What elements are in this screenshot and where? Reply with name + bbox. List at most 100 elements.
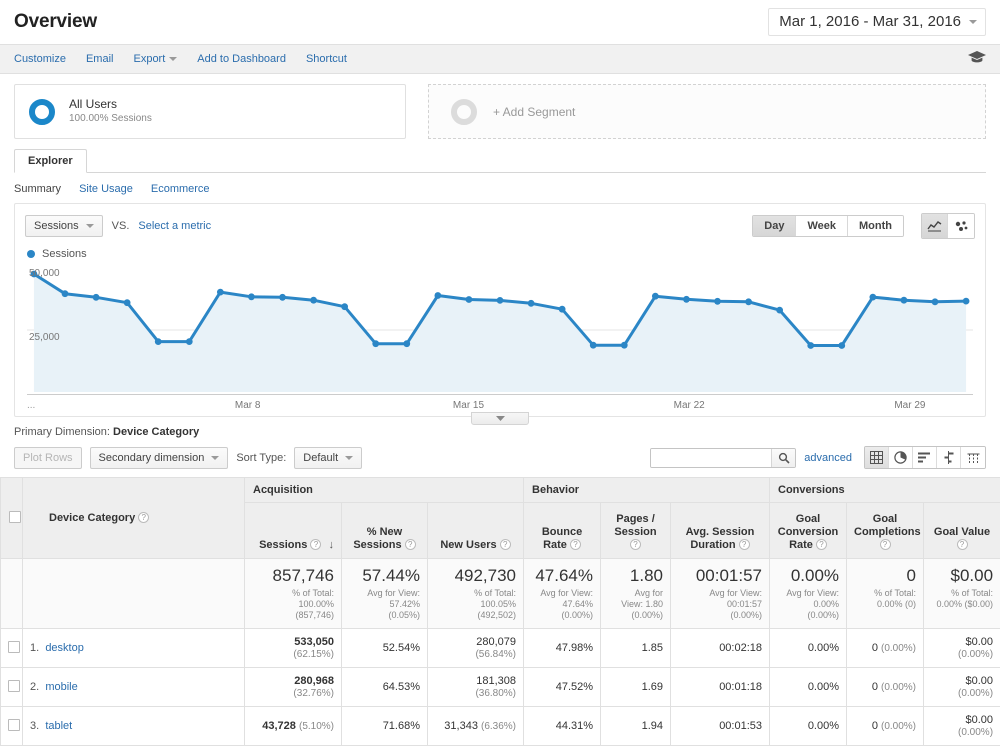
search-input[interactable] [651, 449, 771, 467]
group-behavior-label: Behavior [532, 484, 579, 496]
table-row[interactable]: 1. desktop533,050 (62.15%)52.54%280,079 … [1, 629, 1000, 668]
legend-dot-icon [27, 250, 35, 258]
row-device-link[interactable]: mobile [45, 681, 77, 693]
column-new-sessions-pct-label: % New Sessions [353, 526, 402, 551]
cell-goal-completions: 0 (0.00%) [847, 707, 924, 746]
table-row[interactable]: 2. mobile280,968 (32.76%)64.53%181,308 (… [1, 668, 1000, 707]
row-device-link[interactable]: tablet [45, 720, 72, 732]
bar-view-icon[interactable] [913, 447, 937, 468]
granularity-month[interactable]: Month [848, 216, 903, 236]
help-icon[interactable]: ? [739, 539, 750, 550]
table-view-icon[interactable] [865, 447, 889, 468]
chart-collapse-handle[interactable] [471, 412, 529, 425]
help-icon[interactable]: ? [570, 539, 581, 550]
column-new-sessions-pct[interactable]: % New Sessions ? [342, 503, 428, 559]
column-sessions[interactable]: Sessions ? ↓ [245, 503, 342, 559]
cell-goal-value: $0.00 (0.00%) [924, 707, 1000, 746]
summary-subtext: Avg forView: 1.80(0.00%) [608, 588, 663, 621]
arrow-down-icon: ↓ [329, 539, 335, 551]
y-axis-label-mid: 25,000 [29, 332, 60, 343]
help-icon[interactable]: ? [138, 512, 149, 523]
row-checkbox[interactable] [8, 719, 20, 731]
comparison-view-icon[interactable] [937, 447, 961, 468]
granularity-toggle: Day Week Month [752, 215, 904, 237]
row-checkbox[interactable] [8, 641, 20, 653]
chart-plot-area[interactable]: 50,000 25,000 [27, 264, 973, 394]
summary-cell: 1.80Avg forView: 1.80(0.00%) [601, 559, 671, 629]
column-goal-completions[interactable]: Goal Completions ? [847, 503, 924, 559]
customize-button[interactable]: Customize [14, 53, 66, 65]
row-dimension-cell: 2. mobile [23, 668, 245, 707]
summary-subtext: % of Total:100.00%(857,746) [252, 588, 334, 621]
group-acquisition: Acquisition [245, 478, 524, 503]
shortcut-button[interactable]: Shortcut [306, 53, 347, 65]
summary-value: 0.00% [777, 566, 839, 586]
summary-cell: 0% of Total:0.00% (0) [847, 559, 924, 629]
email-button[interactable]: Email [86, 53, 114, 65]
vs-label: VS. [112, 220, 130, 232]
table-summary-row: 857,746% of Total:100.00%(857,746)57.44%… [1, 559, 1000, 629]
help-icon[interactable]: ? [957, 539, 968, 550]
graduation-cap-icon[interactable] [968, 51, 986, 67]
summary-value: 47.64% [531, 566, 593, 586]
primary-dimension-value[interactable]: Device Category [113, 426, 199, 438]
cell-new-sessions-pct: 52.54% [342, 629, 428, 668]
granularity-week[interactable]: Week [796, 216, 848, 236]
table-group-header-row: Device Category ? Acquisition Behavior C… [1, 478, 1000, 503]
pie-view-icon[interactable] [889, 447, 913, 468]
help-icon[interactable]: ? [310, 539, 321, 550]
subtab-summary[interactable]: Summary [14, 183, 61, 195]
help-icon[interactable]: ? [630, 539, 641, 550]
sort-type-selector[interactable]: Default [294, 447, 362, 469]
pivot-view-icon[interactable] [961, 447, 985, 468]
subtab-ecommerce[interactable]: Ecommerce [151, 183, 210, 195]
table-row[interactable]: 3. tablet43,728 (5.10%)71.68%31,343 (6.3… [1, 707, 1000, 746]
select-all-checkbox[interactable] [9, 511, 21, 523]
tab-explorer[interactable]: Explorer [14, 149, 87, 173]
row-dimension-cell: 3. tablet [23, 707, 245, 746]
cell-avg-duration: 00:01:18 [671, 668, 770, 707]
column-pages-session[interactable]: Pages / Session ? [601, 503, 671, 559]
motion-chart-icon[interactable] [948, 214, 974, 238]
segment-all-users[interactable]: All Users 100.00% Sessions [14, 84, 406, 139]
help-icon[interactable]: ? [880, 539, 891, 550]
plot-rows-button[interactable]: Plot Rows [14, 447, 82, 469]
granularity-day[interactable]: Day [753, 216, 796, 236]
dimension-header[interactable]: Device Category ? [23, 478, 245, 559]
cell-goal-rate: 0.00% [770, 707, 847, 746]
row-checkbox[interactable] [8, 680, 20, 692]
column-goal-value-label: Goal Value [934, 526, 990, 538]
view-type-toggle [864, 446, 986, 469]
column-goal-value[interactable]: Goal Value ? [924, 503, 1000, 559]
metric-selector[interactable]: Sessions [25, 215, 103, 237]
date-range-selector[interactable]: Mar 1, 2016 - Mar 31, 2016 [768, 8, 986, 36]
row-index: 2. [30, 681, 39, 693]
help-icon[interactable]: ? [405, 539, 416, 550]
cell-sessions: 533,050 (62.15%) [245, 629, 342, 668]
secondary-dimension-selector[interactable]: Secondary dimension [90, 447, 229, 469]
metric-selector-label: Sessions [34, 220, 79, 232]
summary-subtext: % of Total:0.00% (0) [854, 588, 916, 610]
column-goal-conversion-rate[interactable]: Goal Conversion Rate ? [770, 503, 847, 559]
column-new-users[interactable]: New Users ? [428, 503, 524, 559]
cell-new-users: 31,343 (6.36%) [428, 707, 524, 746]
add-segment-button[interactable]: + Add Segment [428, 84, 986, 139]
chart-legend: Sessions [15, 248, 985, 264]
select-metric-link[interactable]: Select a metric [138, 220, 211, 232]
chart-panel: Sessions VS. Select a metric Day Week Mo… [14, 203, 986, 417]
search-icon[interactable] [771, 449, 795, 467]
column-avg-session-duration[interactable]: Avg. Session Duration ? [671, 503, 770, 559]
sort-type-label: Sort Type: [236, 452, 286, 464]
advanced-link[interactable]: advanced [804, 452, 852, 464]
add-to-dashboard-button[interactable]: Add to Dashboard [197, 53, 286, 65]
help-icon[interactable]: ? [816, 539, 827, 550]
line-chart-icon[interactable] [922, 214, 948, 238]
cell-new-sessions-pct: 64.53% [342, 668, 428, 707]
summary-cell: 00:01:57Avg for View:00:01:57(0.00%) [671, 559, 770, 629]
table-control-bar: Plot Rows Secondary dimension Sort Type:… [0, 442, 1000, 477]
column-bounce-rate[interactable]: Bounce Rate ? [524, 503, 601, 559]
help-icon[interactable]: ? [500, 539, 511, 550]
row-device-link[interactable]: desktop [45, 642, 84, 654]
subtab-site-usage[interactable]: Site Usage [79, 183, 133, 195]
export-menu[interactable]: Export [133, 53, 177, 65]
